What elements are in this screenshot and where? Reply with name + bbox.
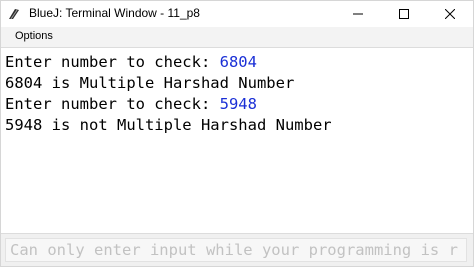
terminal-line: Enter number to check: 5948 — [5, 94, 257, 114]
input-placeholder: Can only enter input while your programm… — [10, 241, 458, 259]
window-title: BlueJ: Terminal Window - 11_p8 — [29, 6, 200, 20]
minimize-icon — [353, 13, 363, 15]
user-input-text: 5948 — [219, 95, 257, 113]
user-input-text: 6804 — [219, 53, 257, 71]
output-text: 5948 is not Multiple Harshad Number — [5, 116, 332, 134]
terminal-input-area: Can only enter input while your programm… — [1, 233, 473, 266]
menu-options[interactable]: Options — [15, 30, 53, 42]
prompt-text: Enter number to check: — [5, 95, 220, 113]
output-text: 6804 is Multiple Harshad Number — [5, 74, 295, 92]
close-button[interactable] — [427, 1, 473, 27]
terminal-line: 5948 is not Multiple Harshad Number — [5, 115, 332, 135]
maximize-icon — [399, 9, 409, 19]
menu-bar: Options — [1, 27, 473, 48]
bluej-app-icon — [9, 9, 19, 20]
terminal-window: BlueJ: Terminal Window - 11_p8 Options E… — [0, 0, 474, 267]
title-bar[interactable]: BlueJ: Terminal Window - 11_p8 — [1, 1, 473, 27]
maximize-button[interactable] — [381, 1, 427, 27]
terminal-line: 6804 is Multiple Harshad Number — [5, 73, 294, 93]
terminal-line: Enter number to check: 6804 — [5, 52, 257, 72]
prompt-text: Enter number to check: — [5, 53, 220, 71]
minimize-button[interactable] — [335, 1, 381, 27]
terminal-input-field[interactable]: Can only enter input while your programm… — [5, 238, 467, 262]
close-icon — [445, 9, 455, 19]
terminal-output[interactable]: Enter number to check: 6804 6804 is Mult… — [1, 48, 473, 233]
